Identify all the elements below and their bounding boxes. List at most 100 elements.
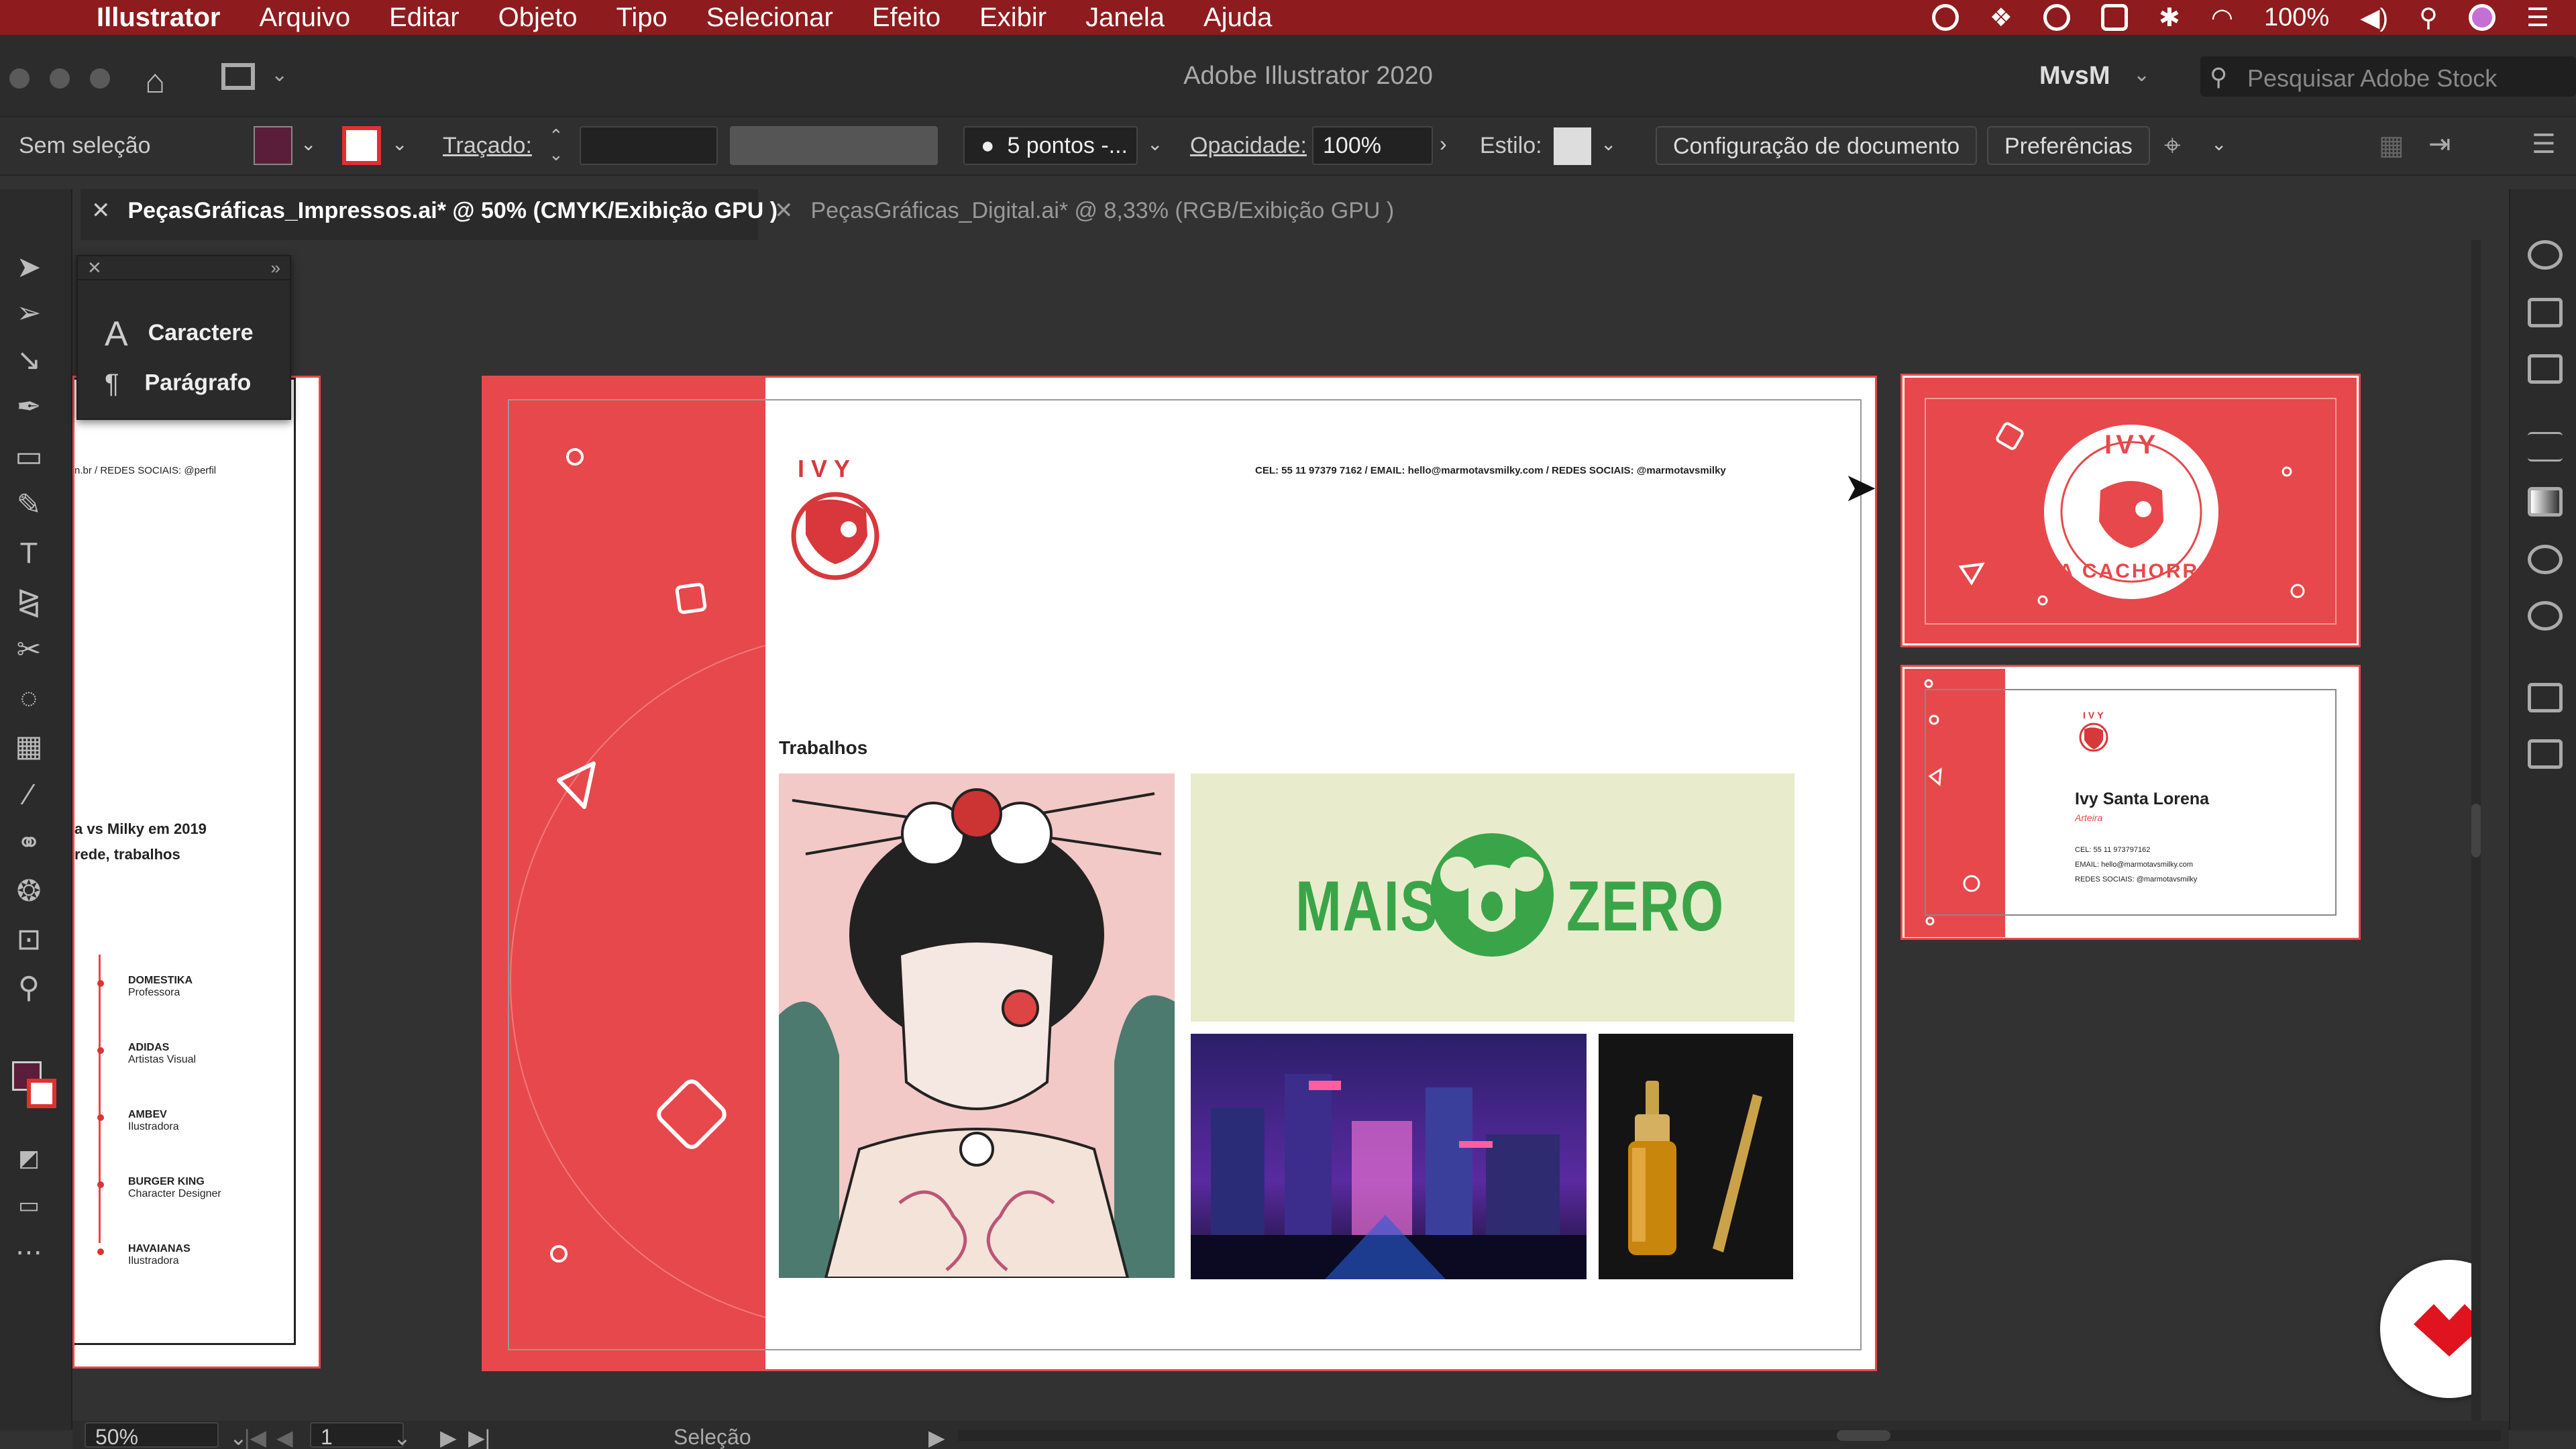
stroke-weight-input[interactable] (580, 126, 718, 165)
fill-chevron-icon[interactable]: ⌄ (301, 133, 316, 155)
layers-icon[interactable] (2528, 683, 2563, 712)
siri-icon[interactable] (2468, 4, 2496, 31)
mesh-tool-icon[interactable]: ▦ (12, 730, 46, 763)
canvas[interactable]: n.br / REDES SOCIAIS: @perfil a vs Milky… (72, 240, 2481, 1421)
fill-swatch[interactable] (254, 126, 292, 165)
opacity-arrow-icon[interactable]: › (1440, 131, 1447, 156)
align-icon[interactable]: ▦ (2379, 130, 2404, 161)
menu-app-name[interactable]: Illustrator (97, 3, 220, 33)
menu-ajuda[interactable]: Ajuda (1203, 3, 1272, 33)
menu-selecionar[interactable]: Selecionar (706, 3, 833, 33)
blend-tool-icon[interactable]: ⚭ (12, 826, 46, 860)
reflect-tool-icon[interactable]: ⧎ (12, 585, 46, 619)
transform-icon[interactable]: ⇥ (2428, 129, 2451, 160)
wifi-icon[interactable]: ◠ (2211, 3, 2233, 33)
transparency-icon[interactable] (2528, 545, 2563, 574)
tab-impressos[interactable]: ✕ PeçasGráficas_Impressos.ai* @ 50% (CMYK… (80, 189, 777, 240)
first-artboard-icon[interactable]: |◀ (244, 1425, 266, 1449)
menu-exibir[interactable]: Exibir (979, 3, 1046, 33)
type-tool-icon[interactable]: T (12, 537, 46, 570)
last-artboard-icon[interactable]: ▶| (468, 1425, 490, 1449)
style-chevron-icon[interactable]: ⌄ (1601, 133, 1616, 155)
stroke-swatch[interactable] (342, 126, 381, 165)
battery-label[interactable]: 100% (2264, 3, 2329, 32)
previous-artboard-icon[interactable]: ◀ (276, 1425, 293, 1449)
lasso-tool-icon[interactable]: ◌ (12, 682, 46, 715)
bluetooth-icon[interactable]: ✱ (2159, 3, 2180, 33)
vertical-scroll-thumb[interactable] (2471, 804, 2481, 857)
menu-tipo[interactable]: Tipo (616, 3, 667, 33)
brush-chevron-icon[interactable]: ⌄ (1147, 133, 1163, 155)
spotlight-icon[interactable]: ⚲ (2419, 3, 2438, 33)
selection-tool-icon[interactable]: ➤ (12, 251, 46, 284)
color-guide-icon[interactable] (2528, 240, 2563, 270)
menu-efeito[interactable]: Efeito (872, 3, 941, 33)
panel-close-icon[interactable]: ✕ (87, 258, 102, 278)
artboard-tool-icon[interactable]: ⊡ (12, 923, 46, 957)
tab-digital[interactable]: ✕ PeçasGráficas_Digital.ai* @ 8,33% (RGB/… (763, 189, 1448, 240)
dropbox-icon[interactable]: ❖ (1990, 3, 2012, 33)
menu-janela[interactable]: Janela (1085, 3, 1165, 33)
opacity-label[interactable]: Opacidade: (1190, 133, 1307, 159)
menu-editar[interactable]: Editar (389, 3, 460, 33)
document-setup-button[interactable]: Configuração de documento (1656, 126, 1978, 165)
more-tools-icon[interactable]: ⋯ (12, 1236, 46, 1269)
creative-cloud-icon[interactable] (2043, 4, 2070, 31)
workspace-switcher[interactable]: MvsM (2039, 62, 2110, 91)
direct-selection-tool-icon[interactable]: ➢ (12, 297, 46, 330)
notification-center-icon[interactable]: ☰ (2526, 3, 2549, 33)
menu-objeto[interactable]: Objeto (498, 3, 578, 33)
artboard-cv[interactable]: n.br / REDES SOCIAIS: @perfil a vs Milky… (72, 376, 321, 1368)
record-icon[interactable] (1931, 4, 1959, 31)
stroke-panel-icon[interactable] (2528, 432, 2563, 462)
panel-collapse-icon[interactable]: » (271, 258, 280, 278)
close-tab-icon[interactable]: ✕ (91, 198, 111, 223)
workspace-chevron-icon[interactable]: ⌄ (2133, 63, 2150, 87)
artboard-card-front[interactable]: IVY A CACHORRA (1900, 374, 2361, 647)
scissors-tool-icon[interactable]: ✂ (12, 633, 46, 667)
volume-icon[interactable]: ◀) (2360, 3, 2388, 33)
isolate-chevron-icon[interactable]: ⌄ (2211, 133, 2226, 155)
panel-item-caractere[interactable]: A Caractere (105, 314, 254, 354)
vertical-scrollbar[interactable] (2471, 240, 2481, 1421)
horizontal-scrollbar[interactable] (958, 1430, 2501, 1441)
display-icon[interactable] (2100, 4, 2128, 31)
panel-menu-icon[interactable]: ☰ (2532, 129, 2556, 160)
mais-zero-brand[interactable]: MAIS ZERO (1191, 773, 1794, 1022)
screen-mode-icon[interactable]: ▭ (12, 1189, 46, 1222)
adobe-stock-search[interactable]: ⚲ Pesquisar Adobe Stock (2200, 56, 2576, 97)
symbols-icon[interactable] (2528, 354, 2563, 384)
zoom-level-input[interactable]: 50% (85, 1422, 219, 1449)
panel-item-paragrafo[interactable]: ¶ Parágrafo (105, 369, 251, 399)
status-arrow-icon[interactable]: ▶ (928, 1425, 945, 1449)
curvature-tool-icon[interactable]: ↘ (12, 343, 46, 377)
draw-mode-icon[interactable]: ◩ (12, 1142, 46, 1175)
opacity-input[interactable]: 100% (1312, 126, 1433, 165)
preferences-button[interactable]: Preferências (1987, 126, 2150, 165)
appearance-icon[interactable] (2528, 601, 2563, 631)
symbol-sprayer-icon[interactable]: ❂ (12, 875, 46, 908)
artboard-card-back[interactable]: IVY Ivy Santa Lorena Arteira CEL: 55 11 … (1900, 665, 2361, 940)
artboard-number-input[interactable]: 1 (310, 1422, 404, 1449)
eyedropper-tool-icon[interactable]: ⁄ (12, 778, 46, 812)
menu-arquivo[interactable]: Arquivo (259, 3, 350, 33)
stroke-label[interactable]: Traçado: (443, 133, 532, 159)
serum-product-photo[interactable] (1599, 1034, 1793, 1279)
pen-tool-icon[interactable]: ✒ (12, 390, 46, 424)
artboards-icon[interactable] (2528, 739, 2563, 769)
close-tab-icon[interactable]: ✕ (774, 198, 794, 223)
pencil-tool-icon[interactable]: ✎ (12, 488, 46, 522)
zoom-tool-icon[interactable]: ⚲ (12, 971, 46, 1005)
next-artboard-icon[interactable]: ▶ (440, 1425, 457, 1449)
isolate-icon[interactable]: ⌖ (2164, 129, 2181, 162)
rectangle-tool-icon[interactable]: ▭ (12, 440, 46, 474)
horizontal-scroll-thumb[interactable] (1837, 1430, 1890, 1441)
stroke-color-icon[interactable] (27, 1079, 56, 1108)
artboard-portfolio[interactable]: IVY CEL: 55 11 97379 7162 / EMAIL: hello… (482, 376, 1877, 1371)
city-illustration[interactable] (1191, 1034, 1587, 1279)
stroke-chevron-icon[interactable]: ⌄ (392, 133, 407, 155)
artboard-chevron-icon[interactable]: ⌄ (393, 1425, 411, 1449)
variable-width-profile[interactable] (730, 126, 938, 165)
geisha-illustration[interactable] (779, 773, 1175, 1278)
style-swatch[interactable] (1554, 127, 1591, 165)
